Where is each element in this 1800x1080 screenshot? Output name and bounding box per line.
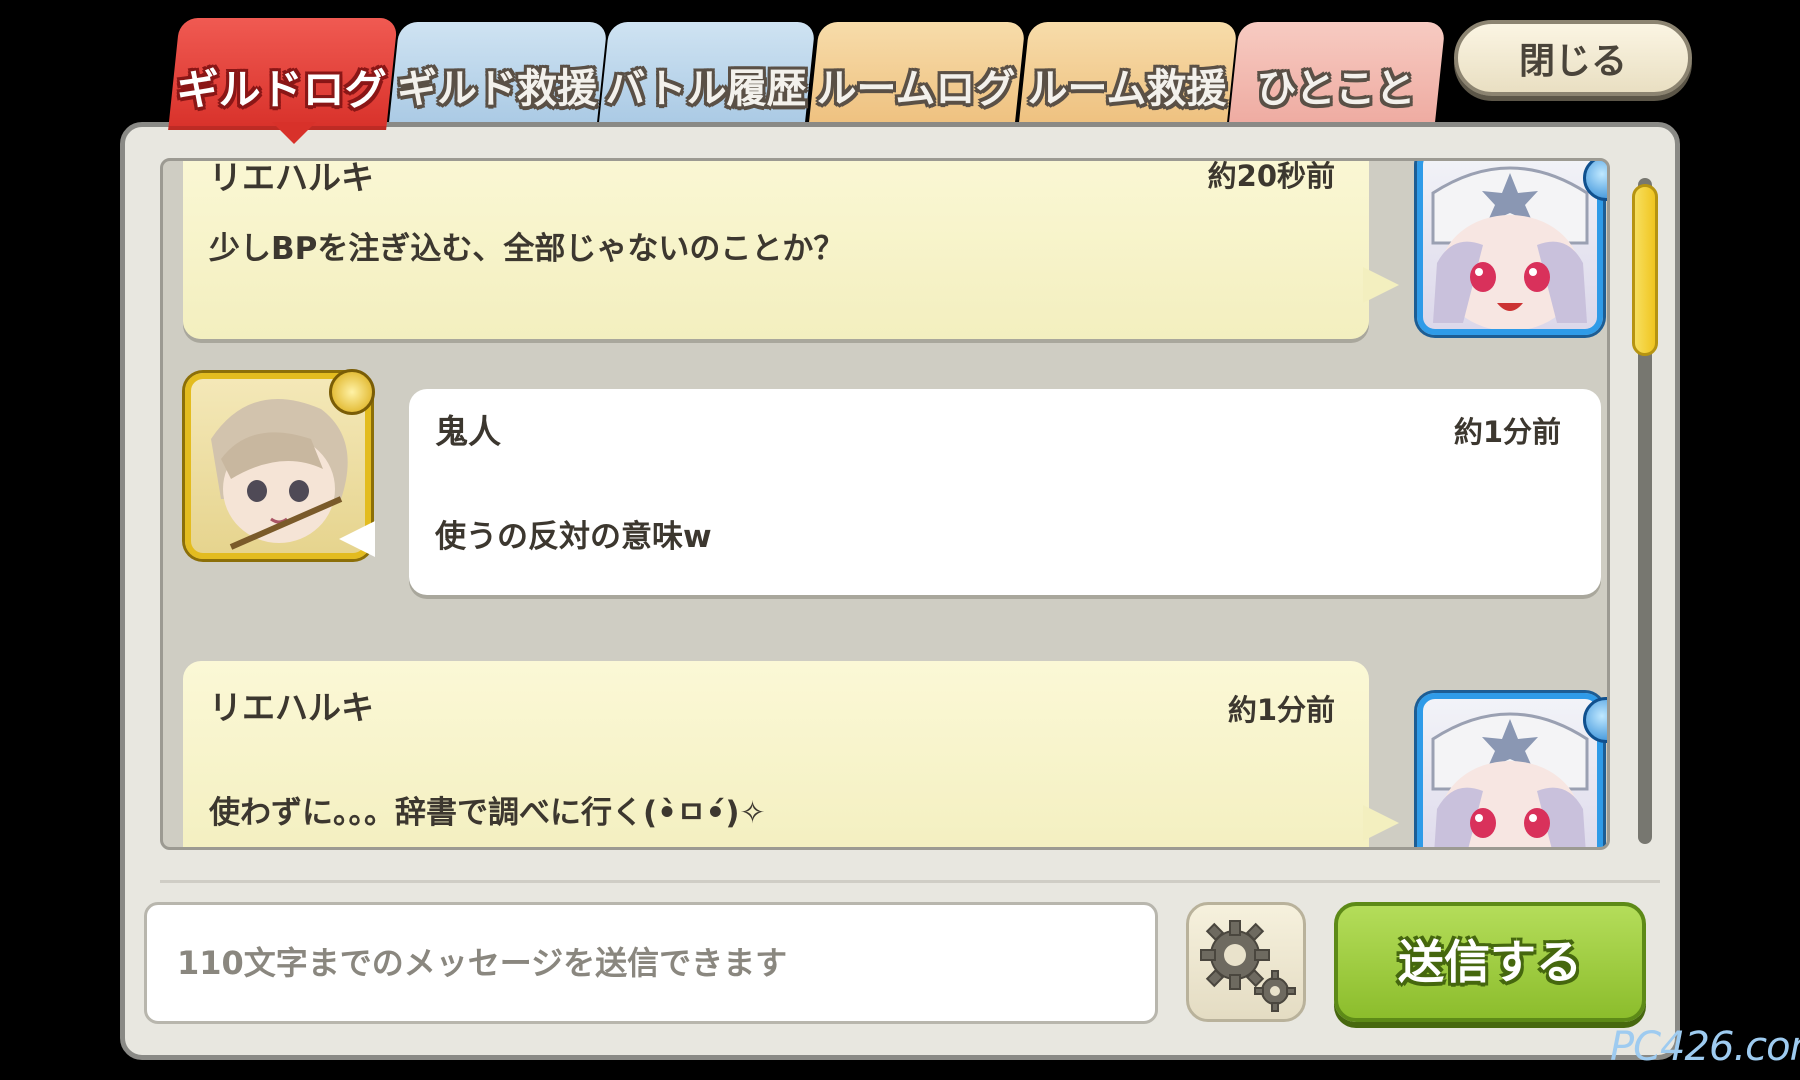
attribute-light-icon xyxy=(329,369,375,415)
message-input[interactable]: 110文字までのメッセージを送信できます xyxy=(144,902,1158,1024)
avatar[interactable] xyxy=(1417,161,1603,335)
scrollbar-thumb[interactable] xyxy=(1632,184,1658,356)
tab-battle-history[interactable]: バトル履歴 xyxy=(598,22,816,128)
sender-name: リエハルキ xyxy=(209,688,374,727)
active-tab-pointer xyxy=(272,122,316,144)
tab-label: バトル履歴 xyxy=(605,66,807,112)
tab-room-rescue[interactable]: ルーム救援 xyxy=(1018,22,1238,128)
tab-guild-rescue[interactable]: ギルド救援 xyxy=(388,22,608,128)
settings-button[interactable] xyxy=(1186,902,1306,1022)
watermark: PC426.com xyxy=(1610,1024,1800,1070)
message-text: 使うの反対の意味w xyxy=(435,519,712,555)
close-button[interactable]: 閉じる xyxy=(1454,20,1692,96)
chat-message: 鬼人 約1分前 使うの反対の意味w xyxy=(409,389,1601,595)
tab-label: ルーム救援 xyxy=(1027,66,1227,112)
message-time: 約1分前 xyxy=(1227,693,1335,727)
message-text: 少しBPを注ぎ込む、全部じゃないのことか？ xyxy=(209,231,845,267)
tab-label: ひとこと xyxy=(1256,66,1416,112)
gear-icon xyxy=(1200,920,1296,1012)
tab-label: ギルド救援 xyxy=(396,66,597,112)
message-time: 約1分前 xyxy=(1453,415,1561,449)
chat-log[interactable]: リエハルキ 約20秒前 少しBPを注ぎ込む、全部じゃないのことか？ 鬼人 約1分… xyxy=(160,158,1610,850)
chat-message: リエハルキ 約1分前 使わずに。。。辞書で調べに行く(•̀ㅁ•́)✧ xyxy=(183,661,1369,847)
character-portrait-icon xyxy=(1431,712,1589,847)
tab-label: ギルドログ xyxy=(176,65,387,114)
bubble-tail xyxy=(1363,805,1399,841)
sender-name: 鬼人 xyxy=(435,412,501,451)
divider xyxy=(160,880,1660,883)
chat-message: リエハルキ 約20秒前 少しBPを注ぎ込む、全部じゃないのことか？ xyxy=(183,158,1369,339)
sender-name: リエハルキ xyxy=(209,158,374,197)
message-time: 約20秒前 xyxy=(1207,159,1335,193)
bubble-tail xyxy=(339,521,375,557)
send-button[interactable]: 送信する xyxy=(1334,902,1646,1022)
tab-room-log[interactable]: ルームログ xyxy=(808,22,1026,128)
tab-guild-log[interactable]: ギルドログ xyxy=(168,18,398,130)
message-text: 使わずに。。。辞書で調べに行く(•̀ㅁ•́)✧ xyxy=(209,795,766,831)
tab-hitokoto[interactable]: ひとこと xyxy=(1228,22,1446,128)
character-portrait-icon xyxy=(1431,166,1589,329)
tab-label: ルームログ xyxy=(816,66,1016,112)
bubble-tail xyxy=(1363,267,1399,303)
avatar[interactable] xyxy=(1417,693,1603,847)
